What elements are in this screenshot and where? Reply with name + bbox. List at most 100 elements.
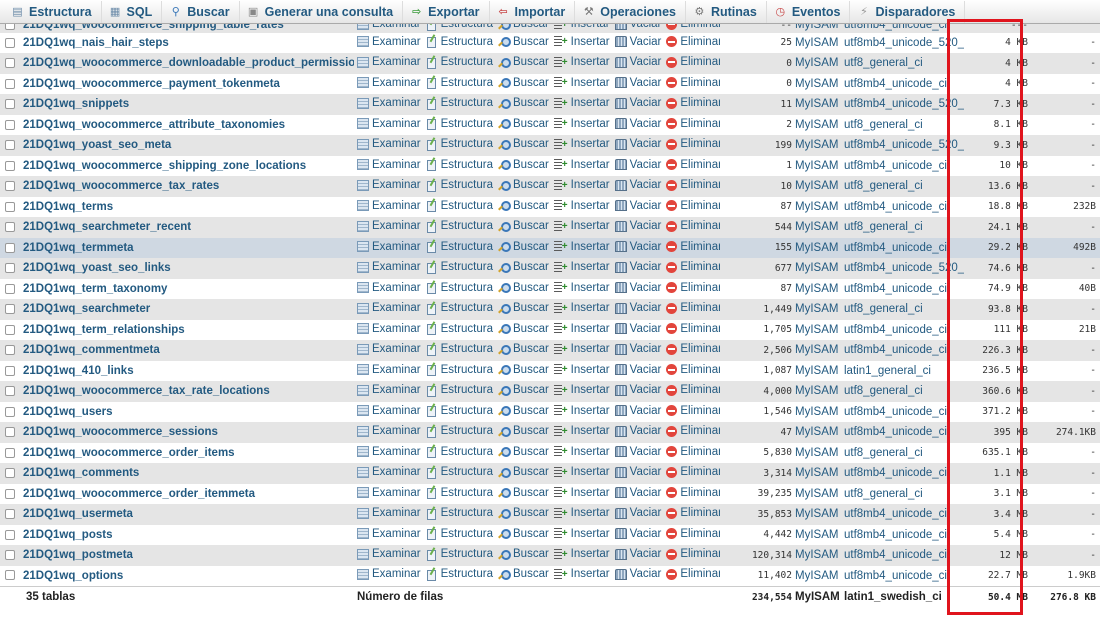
drop-button[interactable]: Eliminar bbox=[666, 97, 720, 109]
structure-button[interactable]: Estructura bbox=[426, 568, 493, 581]
insert-button[interactable]: + Insertar bbox=[553, 568, 610, 580]
search-button[interactable]: Buscar bbox=[498, 159, 549, 171]
drop-button[interactable]: Eliminar bbox=[666, 220, 720, 232]
empty-button[interactable]: Vaciar bbox=[614, 200, 661, 212]
insert-button[interactable]: + Insertar bbox=[553, 425, 610, 437]
row-checkbox[interactable] bbox=[5, 447, 15, 458]
row-checkbox[interactable] bbox=[5, 386, 15, 397]
insert-button[interactable]: + Insertar bbox=[553, 446, 610, 458]
table-name-link[interactable]: 21DQ1wq_woocommerce_shipping_zone_locati… bbox=[20, 155, 354, 176]
row-checkbox[interactable] bbox=[5, 181, 15, 192]
row-checkbox[interactable] bbox=[5, 37, 15, 48]
empty-button[interactable]: Vaciar bbox=[614, 179, 661, 191]
empty-button[interactable]: Vaciar bbox=[614, 343, 661, 355]
search-button[interactable]: Buscar bbox=[498, 446, 549, 458]
search-button[interactable]: Buscar bbox=[498, 487, 549, 499]
empty-button[interactable]: Vaciar bbox=[614, 261, 661, 273]
empty-button[interactable]: Vaciar bbox=[614, 159, 661, 171]
structure-button[interactable]: Estructura bbox=[426, 487, 493, 499]
insert-button[interactable]: + Insertar bbox=[553, 487, 610, 499]
browse-button[interactable]: Examinar bbox=[357, 548, 421, 560]
structure-button[interactable]: Estructura bbox=[426, 364, 493, 376]
browse-button[interactable]: Examinar bbox=[357, 405, 421, 417]
table-name-link[interactable]: 21DQ1wq_terms bbox=[20, 196, 354, 217]
drop-button[interactable]: Eliminar bbox=[666, 528, 720, 540]
empty-button[interactable]: Vaciar bbox=[614, 220, 661, 232]
row-checkbox[interactable] bbox=[5, 242, 15, 253]
empty-button[interactable]: Vaciar bbox=[614, 138, 661, 150]
drop-button[interactable]: Eliminar bbox=[666, 36, 720, 48]
browse-button[interactable]: Examinar bbox=[357, 568, 421, 580]
structure-button[interactable]: Estructura bbox=[426, 302, 493, 315]
row-checkbox[interactable] bbox=[5, 119, 15, 130]
row-checkbox[interactable] bbox=[5, 406, 15, 417]
empty-button[interactable]: Vaciar bbox=[614, 97, 661, 109]
table-name-link[interactable]: 21DQ1wq_410_links bbox=[20, 360, 354, 381]
drop-button[interactable]: Eliminar bbox=[666, 56, 720, 68]
drop-button[interactable]: Eliminar bbox=[666, 118, 720, 130]
table-name-link[interactable]: 21DQ1wq_options bbox=[20, 565, 354, 586]
row-checkbox[interactable] bbox=[5, 488, 15, 499]
browse-button[interactable]: Examinar bbox=[357, 261, 421, 273]
tab-sql[interactable]: ▦ SQL bbox=[102, 0, 163, 23]
row-checkbox[interactable] bbox=[5, 263, 15, 274]
insert-button[interactable]: + Insertar bbox=[553, 77, 610, 89]
drop-button[interactable]: Eliminar bbox=[666, 261, 720, 273]
search-button[interactable]: Buscar bbox=[498, 77, 549, 89]
structure-button[interactable]: Estructura bbox=[426, 466, 493, 479]
browse-button[interactable]: Examinar bbox=[357, 241, 421, 253]
row-checkbox[interactable] bbox=[5, 365, 15, 376]
table-name-link[interactable]: 21DQ1wq_term_relationships bbox=[20, 319, 354, 340]
search-button[interactable]: Buscar bbox=[498, 466, 549, 478]
row-checkbox[interactable] bbox=[5, 99, 15, 110]
browse-button[interactable]: Examinar bbox=[357, 118, 421, 130]
drop-button[interactable]: Eliminar bbox=[666, 425, 720, 437]
row-checkbox[interactable] bbox=[5, 427, 15, 438]
drop-button[interactable]: Eliminar bbox=[666, 241, 720, 253]
empty-button[interactable]: Vaciar bbox=[614, 568, 661, 580]
structure-button[interactable]: Estructura bbox=[426, 241, 493, 253]
row-checkbox[interactable] bbox=[5, 58, 15, 69]
empty-button[interactable]: Vaciar bbox=[614, 118, 661, 130]
row-checkbox[interactable] bbox=[5, 529, 15, 540]
table-name-link[interactable]: 21DQ1wq_woocommerce_order_items bbox=[20, 442, 354, 463]
browse-button[interactable]: Examinar bbox=[357, 77, 421, 89]
tab-exportar[interactable]: ⇨ Exportar bbox=[403, 0, 490, 23]
structure-button[interactable]: Estructura bbox=[426, 405, 493, 417]
browse-button[interactable]: Examinar bbox=[357, 343, 421, 355]
browse-button[interactable]: Examinar bbox=[357, 425, 421, 437]
table-name-link[interactable]: 21DQ1wq_snippets bbox=[20, 94, 354, 115]
table-name-link[interactable]: 21DQ1wq_searchmeter bbox=[20, 299, 354, 320]
insert-button[interactable]: + Insertar bbox=[553, 302, 610, 314]
tab-estructura[interactable]: ▤ Estructura bbox=[4, 0, 102, 23]
structure-button[interactable]: Estructura bbox=[426, 282, 493, 294]
browse-button[interactable]: Examinar bbox=[357, 323, 421, 335]
insert-button[interactable]: + Insertar bbox=[553, 36, 610, 48]
empty-button[interactable]: Vaciar bbox=[614, 36, 661, 48]
structure-button[interactable]: Estructura bbox=[426, 323, 493, 335]
tab-buscar[interactable]: ⚲ Buscar bbox=[162, 0, 240, 23]
search-button[interactable]: Buscar bbox=[498, 528, 549, 540]
browse-button[interactable]: Examinar bbox=[357, 507, 421, 519]
structure-button[interactable]: Estructura bbox=[426, 56, 493, 69]
insert-button[interactable]: + Insertar bbox=[553, 384, 610, 396]
table-name-link[interactable]: 21DQ1wq_woocommerce_payment_tokenmeta bbox=[20, 73, 354, 94]
drop-button[interactable]: Eliminar bbox=[666, 282, 720, 294]
empty-button[interactable]: Vaciar bbox=[614, 466, 661, 478]
table-name-link[interactable]: 21DQ1wq_postmeta bbox=[20, 545, 354, 566]
drop-button[interactable]: Eliminar bbox=[666, 487, 720, 499]
table-name-link[interactable]: 21DQ1wq_woocommerce_downloadable_product… bbox=[20, 53, 354, 74]
search-button[interactable]: Buscar bbox=[498, 384, 549, 396]
row-checkbox[interactable] bbox=[5, 304, 15, 315]
insert-button[interactable]: + Insertar bbox=[553, 282, 610, 294]
structure-button[interactable]: Estructura bbox=[426, 528, 493, 540]
structure-button[interactable]: Estructura bbox=[426, 384, 493, 397]
table-name-link[interactable]: 21DQ1wq_yoast_seo_links bbox=[20, 258, 354, 279]
insert-button[interactable]: + Insertar bbox=[553, 507, 610, 519]
insert-button[interactable]: + Insertar bbox=[553, 364, 610, 376]
search-button[interactable]: Buscar bbox=[498, 507, 549, 519]
structure-button[interactable]: Estructura bbox=[426, 138, 493, 151]
search-button[interactable]: Buscar bbox=[498, 323, 549, 335]
empty-button[interactable]: Vaciar bbox=[614, 77, 661, 89]
table-name-link[interactable]: 21DQ1wq_comments bbox=[20, 463, 354, 484]
